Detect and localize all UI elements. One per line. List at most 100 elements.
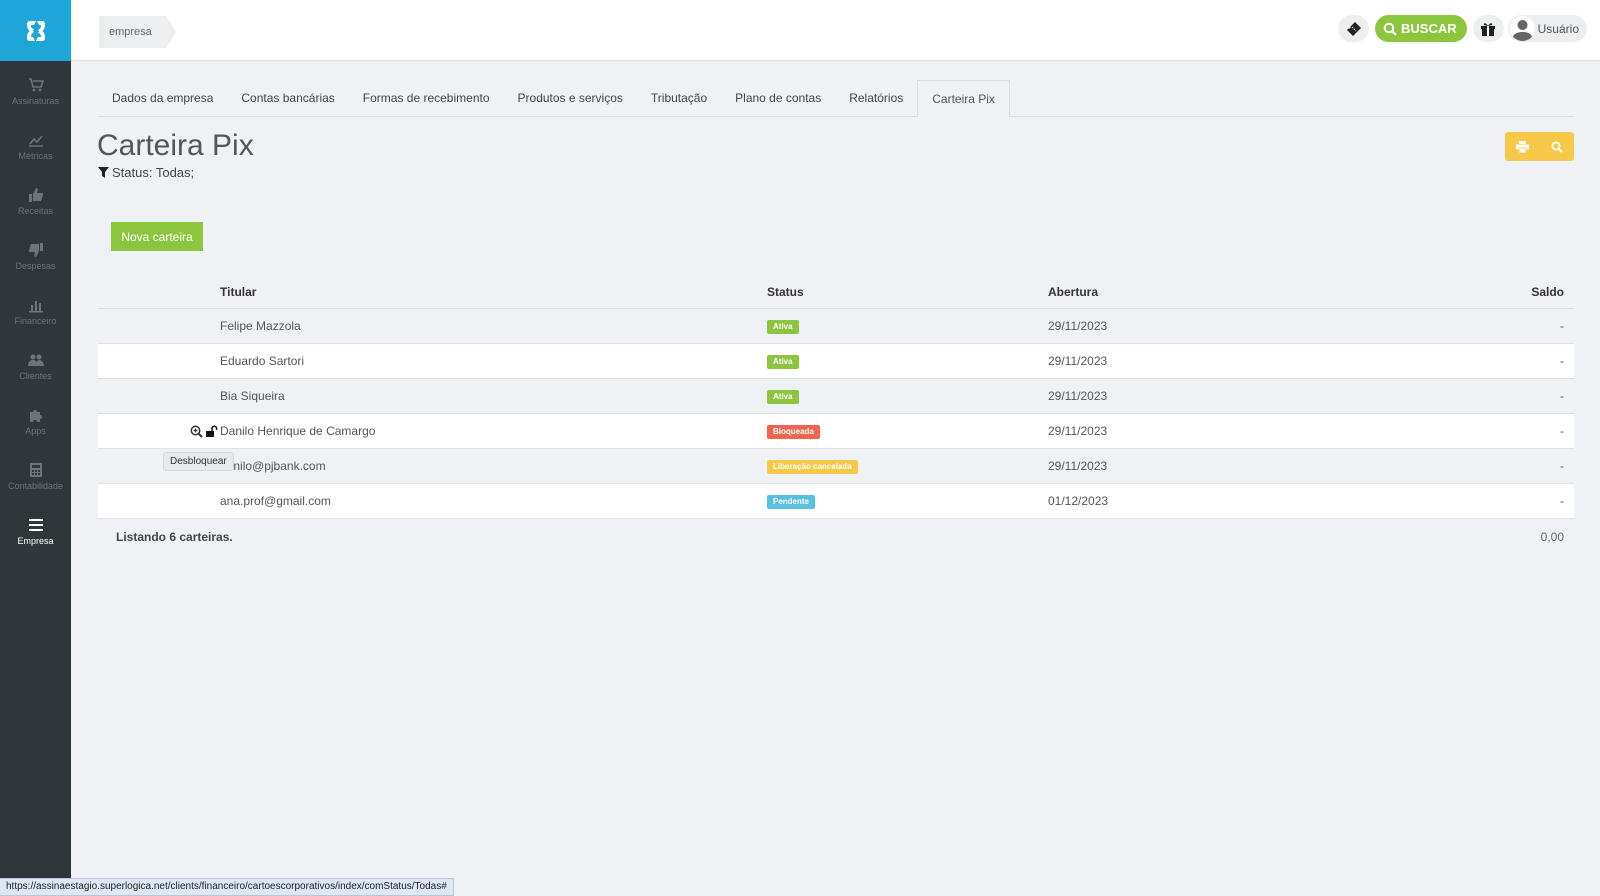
sidebar-item-metricas[interactable]: Métricas	[0, 119, 71, 174]
thumbs-up-icon	[28, 188, 43, 202]
ticket-icon	[1346, 21, 1361, 36]
sidebar-item-assinaturas[interactable]: Assinaturas	[0, 64, 71, 119]
tab-relatorios[interactable]: Relatórios	[835, 80, 917, 117]
cell-titular: Danilo Henrique de Camargo	[220, 424, 376, 438]
table-footer: Listando 6 carteiras. 0,00	[98, 519, 1574, 555]
cell-titular: danilo@pjbank.com	[220, 459, 326, 473]
tab-carteira-pix[interactable]: Carteira Pix	[917, 80, 1010, 118]
tab-formas-recebimento[interactable]: Formas de recebimento	[349, 80, 504, 117]
sidebar: Assinaturas Métricas Receitas Despesas F…	[0, 0, 71, 896]
column-titular[interactable]: Titular	[220, 285, 767, 299]
tab-dados-empresa[interactable]: Dados da empresa	[98, 80, 227, 117]
table-row[interactable]: Felipe Mazzola Ativa 29/11/2023 -	[98, 309, 1574, 344]
row-count: Listando 6 carteiras.	[116, 530, 233, 544]
sidebar-item-despesas[interactable]: Despesas	[0, 229, 71, 284]
column-abertura[interactable]: Abertura	[1048, 285, 1448, 299]
avatar	[1509, 16, 1535, 41]
status-badge: Pendente	[767, 495, 816, 509]
tab-produtos-servicos[interactable]: Produtos e serviços	[504, 80, 637, 117]
table-row[interactable]: danilo@pjbank.com Liberação cancelada 29…	[98, 449, 1574, 484]
calculator-icon	[29, 463, 42, 477]
sidebar-item-contabilidade[interactable]: Contabilidade	[0, 449, 71, 504]
column-status[interactable]: Status	[767, 285, 1048, 299]
cell-abertura: 29/11/2023	[1048, 459, 1108, 473]
user-menu[interactable]: Usuário	[1507, 15, 1587, 42]
bar-chart-icon	[28, 301, 43, 313]
sidebar-item-label: Receitas	[17, 206, 53, 216]
cell-titular: Eduardo Sartori	[220, 354, 305, 368]
cell-saldo: -	[1560, 354, 1564, 368]
table-row[interactable]: ana.prof@gmail.com Pendente 01/12/2023 -	[98, 484, 1574, 519]
sidebar-item-label: Financeiro	[14, 316, 57, 326]
sidebar-item-label: Contabilidade	[7, 481, 64, 491]
table-row[interactable]: Eduardo Sartori Ativa 29/11/2023 -	[98, 344, 1574, 379]
print-button[interactable]	[1505, 132, 1540, 161]
filter-text: Status: Todas;	[112, 165, 195, 180]
sidebar-item-apps[interactable]: Apps	[0, 394, 71, 449]
status-url-bar: https://assinaestagio.superlogica.net/cl…	[0, 878, 454, 896]
wallets-table: Titular Status Abertura Saldo Felipe Maz…	[98, 275, 1574, 555]
ticket-button[interactable]	[1338, 15, 1370, 42]
filter-icon	[98, 167, 109, 178]
cell-titular: ana.prof@gmail.com	[220, 494, 331, 508]
sidebar-item-label: Apps	[25, 426, 46, 436]
sidebar-item-financeiro[interactable]: Financeiro	[0, 284, 71, 339]
cell-abertura: 29/11/2023	[1048, 354, 1108, 368]
new-wallet-button[interactable]: Nova carteira	[111, 222, 203, 251]
search-icon	[1383, 22, 1397, 36]
tab-tributacao[interactable]: Tributação	[637, 80, 721, 117]
tab-contas-bancarias[interactable]: Contas bancárias	[227, 80, 348, 117]
topbar: empresa BUSCAR Usuário	[71, 0, 1600, 61]
cell-abertura: 29/11/2023	[1048, 424, 1108, 438]
cell-saldo: -	[1560, 389, 1564, 403]
cell-abertura: 29/11/2023	[1048, 319, 1108, 333]
search-filter-button[interactable]	[1540, 132, 1575, 161]
total-saldo: 0,00	[1540, 530, 1564, 544]
unlock-icon[interactable]	[205, 424, 218, 438]
cell-titular: Felipe Mazzola	[220, 319, 301, 333]
breadcrumb[interactable]: empresa	[99, 16, 176, 48]
sidebar-item-label: Clientes	[19, 371, 52, 381]
cell-abertura: 29/11/2023	[1048, 389, 1108, 403]
app-logo[interactable]	[0, 0, 71, 61]
user-icon	[1511, 20, 1533, 41]
tab-bar: Dados da empresa Contas bancárias Formas…	[98, 80, 1574, 118]
status-badge: Ativa	[767, 355, 799, 369]
print-icon	[1515, 140, 1529, 153]
sidebar-item-label: Despesas	[15, 261, 56, 271]
row-actions	[98, 424, 220, 438]
user-name: Usuário	[1537, 21, 1579, 36]
gift-button[interactable]	[1472, 15, 1504, 42]
sidebar-item-label: Empresa	[17, 536, 54, 546]
gift-icon	[1481, 22, 1496, 36]
logo-icon	[26, 20, 45, 41]
cell-saldo: -	[1560, 494, 1564, 508]
table-header: Titular Status Abertura Saldo	[98, 275, 1574, 309]
users-icon	[27, 354, 44, 366]
zoom-in-icon[interactable]	[190, 425, 203, 438]
cell-saldo: -	[1560, 319, 1564, 333]
status-badge: Ativa	[767, 390, 799, 404]
sidebar-item-label: Assinaturas	[11, 96, 60, 106]
cell-titular: Bia Siqueira	[220, 389, 285, 403]
active-filter: Status: Todas;	[98, 165, 194, 180]
table-row[interactable]: Danilo Henrique de Camargo Bloqueada 29/…	[98, 414, 1574, 449]
thumbs-down-icon	[28, 243, 43, 257]
table-row[interactable]: Bia Siqueira Ativa 29/11/2023 -	[98, 379, 1574, 414]
tab-plano-contas[interactable]: Plano de contas	[721, 80, 835, 117]
cart-icon	[28, 78, 44, 92]
menu-icon	[28, 519, 43, 531]
status-badge: Ativa	[767, 320, 799, 334]
page-actions	[1505, 132, 1574, 161]
cell-saldo: -	[1560, 424, 1564, 438]
column-saldo[interactable]: Saldo	[1448, 285, 1574, 299]
puzzle-icon	[29, 410, 42, 422]
search-button[interactable]: BUSCAR	[1375, 15, 1467, 42]
status-badge: Liberação cancelada	[767, 460, 858, 474]
sidebar-item-receitas[interactable]: Receitas	[0, 174, 71, 229]
sidebar-item-clientes[interactable]: Clientes	[0, 339, 71, 394]
page-title: Carteira Pix	[97, 129, 254, 162]
sidebar-item-empresa[interactable]: Empresa	[0, 504, 71, 559]
cell-abertura: 01/12/2023	[1048, 494, 1109, 508]
search-icon	[1551, 141, 1563, 153]
